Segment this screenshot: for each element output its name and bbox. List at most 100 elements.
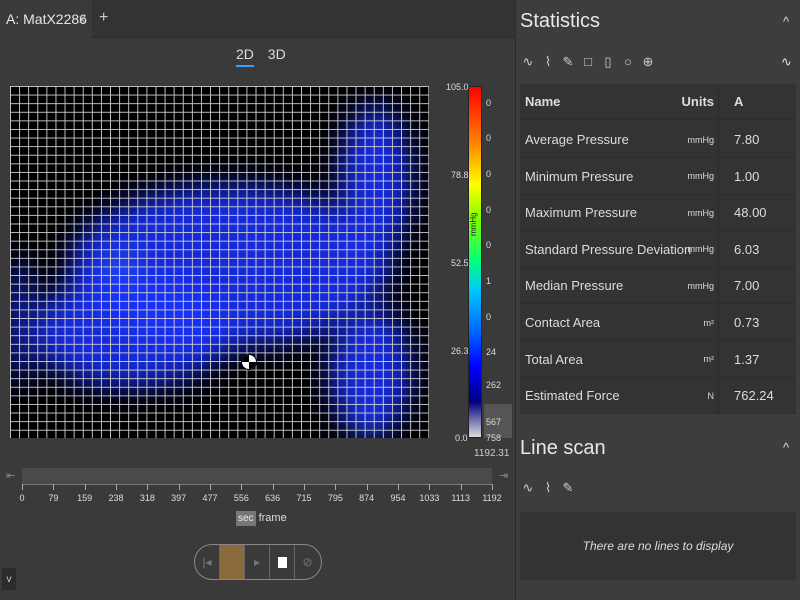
timeline-tick-label: 556 — [233, 493, 249, 503]
scale-tick: 78.8 — [451, 170, 469, 180]
scale-count: 262 — [486, 380, 502, 390]
cell-val: 6.03 — [734, 241, 760, 257]
statistics-toolbar: ∿ ⌇ ✎ □ ▯ ○ ⊕ — [522, 54, 654, 70]
color-scale-bar — [468, 86, 482, 438]
timeline-tick-label: 159 — [77, 493, 93, 503]
clear-tool-icon[interactable]: ∿ — [781, 54, 792, 70]
play-button[interactable]: ▸ — [245, 545, 270, 579]
scale-tick: 0.0 — [455, 433, 468, 443]
timeline-tick — [22, 484, 23, 490]
timeline-tick-label: 715 — [296, 493, 312, 503]
freehand-tool-icon[interactable]: ∿ — [522, 54, 534, 70]
header-value: A — [734, 94, 744, 109]
close-icon[interactable]: x — [79, 11, 86, 26]
scale-count: 567 — [486, 417, 502, 427]
unit-frame-button[interactable]: frame — [259, 512, 287, 524]
center-of-gravity-icon — [241, 354, 257, 370]
cancel-button[interactable]: ⊘ — [295, 545, 320, 579]
timeline-tick — [210, 484, 211, 490]
add-tab-icon[interactable]: + — [99, 9, 108, 27]
scale-count: 758 — [486, 433, 502, 443]
timeline-scrubber[interactable] — [22, 468, 492, 484]
cell-val: 762.24 — [734, 388, 774, 404]
cell-val: 0.73 — [734, 315, 760, 330]
timeline-tick — [492, 484, 493, 490]
circle-tool-icon[interactable]: ○ — [622, 54, 634, 70]
scale-count: 0 — [486, 312, 492, 322]
line-scan-toolbar: ∿ ⌇ ✎ — [522, 480, 574, 496]
cell-unit: mmHg — [687, 207, 715, 218]
timeline-tick — [366, 484, 368, 490]
table-row[interactable]: Minimum Pressure mmHg 1.00 — [520, 159, 796, 195]
freehand-tool-icon[interactable]: ∿ — [522, 480, 534, 496]
timeline-tick-label: 1192 — [482, 493, 502, 503]
statistics-table: Name Units A Average Pressure mmHg 7.80 Min… — [520, 84, 796, 415]
table-row[interactable]: Contact Area m² 0.73 — [520, 305, 796, 341]
timeline-tick — [53, 484, 55, 490]
crosshair-tool-icon[interactable]: ⊕ — [642, 54, 654, 70]
stop-button[interactable] — [270, 545, 295, 579]
unit-sec-button[interactable]: sec — [236, 511, 256, 526]
scale-count: 0 — [486, 205, 492, 215]
scale-tick: 52.5 — [451, 258, 469, 268]
view-3d-button[interactable]: 3D — [268, 46, 286, 65]
cell-val: 48.00 — [734, 205, 767, 221]
statistics-collapse-icon[interactable]: ^ — [783, 14, 789, 29]
timeline-tick-label: 1113 — [451, 493, 470, 503]
timeline-end-icon[interactable]: ⇥ — [499, 469, 508, 482]
skip-back-button[interactable]: |◂ — [195, 545, 220, 579]
cell-name: Total Area — [525, 351, 583, 367]
table-row[interactable]: Standard Pressure Deviation mmHg 6.03 — [520, 232, 796, 268]
view-2d-button[interactable]: 2D — [236, 46, 254, 67]
scale-count: 0 — [486, 169, 492, 179]
tab-bar: A: MatX2286 x + — [0, 0, 515, 38]
pen-tool-icon[interactable]: ✎ — [562, 480, 574, 496]
timeline-tick-label: 79 — [48, 493, 59, 503]
line-scan-collapse-icon[interactable]: ^ — [783, 440, 789, 455]
scale-tick: 26.3 — [451, 346, 469, 356]
playback-controls: |◂ ▸ ⊘ — [194, 544, 322, 580]
header-name: Name — [525, 94, 561, 109]
line-tool-icon[interactable]: ⌇ — [542, 54, 554, 70]
cell-name: Minimum Pressure — [525, 168, 634, 184]
cell-unit: mmHg — [687, 134, 715, 145]
timeline-tick-label: 795 — [327, 493, 343, 503]
timeline-tick — [178, 484, 180, 490]
tab-matx2286[interactable]: A: MatX2286 x — [0, 0, 92, 38]
cell-name: Estimated Force — [525, 388, 620, 404]
line-scan-title: Line scan — [520, 437, 606, 459]
pen-tool-icon[interactable]: ✎ — [562, 54, 574, 70]
table-header: Name Units A — [520, 84, 796, 120]
collapse-panel-button[interactable]: v — [2, 568, 16, 590]
timeline-tick-label: 954 — [390, 493, 406, 503]
table-row[interactable]: Median Pressure mmHg 7.00 — [520, 268, 796, 305]
table-row[interactable]: Total Area m² 1.37 — [520, 342, 796, 378]
line-tool-icon[interactable]: ⌇ — [542, 480, 554, 496]
timeline-tick — [84, 484, 86, 490]
record-button[interactable] — [220, 545, 245, 579]
table-row[interactable]: Estimated Force N 762.24 — [520, 378, 796, 415]
box-tool-icon[interactable]: ▯ — [602, 54, 614, 70]
header-units: Units — [681, 94, 715, 109]
cell-unit: mmHg — [687, 280, 715, 291]
timeline-tick — [241, 484, 243, 490]
table-row[interactable]: Average Pressure mmHg 7.80 — [520, 122, 796, 158]
timeline-tick-label: 477 — [202, 493, 218, 503]
pressure-heatmap[interactable] — [10, 86, 429, 438]
scale-count: 0 — [486, 240, 492, 250]
cell-val: 7.00 — [734, 278, 760, 294]
rectangle-tool-icon[interactable]: □ — [582, 54, 594, 70]
timeline-tick — [147, 484, 149, 490]
timeline-tick — [429, 484, 431, 490]
cell-unit: m² — [703, 317, 715, 328]
timeline-tick-label: 397 — [171, 493, 187, 503]
timeline-start-icon[interactable]: ⇤ — [6, 469, 15, 482]
cell-unit: m² — [703, 354, 715, 365]
statistics-title: Statistics — [520, 10, 601, 32]
cell-name: Average Pressure — [525, 132, 629, 147]
timeline-tick — [335, 484, 337, 490]
cell-name: Standard Pressure Deviation — [525, 241, 692, 257]
timeline-tick-label: 1033 — [419, 493, 440, 503]
timeline-tick — [116, 484, 117, 490]
table-row[interactable]: Maximum Pressure mmHg 48.00 — [520, 195, 796, 232]
